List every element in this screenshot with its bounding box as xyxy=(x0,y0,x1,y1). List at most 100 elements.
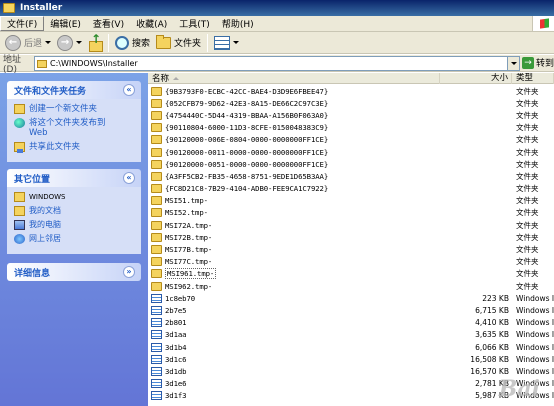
list-item[interactable]: {A3FF5CB2-FB35-4658-8751-9EDE1D65B3AA} 文件… xyxy=(148,170,554,182)
views-icon xyxy=(214,35,231,50)
item-type: Windows I xyxy=(516,330,554,340)
collapse-icon[interactable]: « xyxy=(123,172,135,184)
list-item[interactable]: {90120000-0011-0000-0000-0000000FF1CE} 文件… xyxy=(148,146,554,158)
folder-icon xyxy=(151,257,162,267)
item-name-cell: MSI51.tmp- xyxy=(148,196,440,206)
item-name-cell: {FC8D21C8-7B29-4104-ADB0-FEE9CA1C7922} xyxy=(148,184,440,194)
search-button[interactable]: 搜索 xyxy=(112,33,153,53)
expand-icon[interactable]: » xyxy=(123,266,135,278)
folder-icon xyxy=(151,220,162,230)
menu-tools[interactable]: 工具(T) xyxy=(173,17,216,30)
list-item[interactable]: MSI72B.tmp- 文件夹 xyxy=(148,231,554,243)
address-path: C:\WINDOWS\Installer xyxy=(50,59,138,68)
item-name-cell: 2b801 xyxy=(148,318,440,328)
item-name: {FC8D21C8-7B29-4104-ADB0-FEE9CA1C7922} xyxy=(165,184,329,194)
list-item[interactable]: MSI962.tmp- 文件夹 xyxy=(148,280,554,292)
menu-help[interactable]: 帮助(H) xyxy=(216,17,260,30)
search-icon xyxy=(115,35,130,50)
list-item[interactable]: {9B3793F0-ECBC-42CC-BAE4-D3D9E6FBEE47} 文件… xyxy=(148,85,554,97)
forward-dropdown-icon[interactable] xyxy=(76,41,83,44)
list-item[interactable]: 3d1aa 3,635 KB Windows I xyxy=(148,329,554,341)
list-item[interactable]: 2b7e5 6,715 KB Windows I xyxy=(148,304,554,316)
menu-file[interactable]: 文件(F) xyxy=(0,16,45,31)
address-input[interactable]: C:\WINDOWS\Installer xyxy=(34,56,520,71)
installer-file-icon xyxy=(151,354,162,364)
list-item[interactable]: {052CFB79-9D62-42E3-8A15-DE66C2C97C3E} 文件… xyxy=(148,97,554,109)
column-size[interactable]: 大小 xyxy=(440,73,512,84)
go-button[interactable]: → 转到 xyxy=(522,56,554,69)
tasks-panel: 文件和文件夹任务 « 创建一个新文件夹 将这个文件夹发布到 Web 共享此文件夹 xyxy=(7,81,141,162)
watermark: Bai xyxy=(498,376,540,402)
list-item[interactable]: 2b801 4,410 KB Windows I xyxy=(148,317,554,329)
list-item[interactable]: 3d1c6 16,508 KB Windows I xyxy=(148,353,554,365)
task-share-folder[interactable]: 共享此文件夹 xyxy=(14,142,137,153)
address-label: 地址(D) xyxy=(3,54,22,75)
item-name: MSI961.tmp- xyxy=(165,268,217,280)
list-item[interactable]: {FC8D21C8-7B29-4104-ADB0-FEE9CA1C7922} 文件… xyxy=(148,183,554,195)
views-button[interactable] xyxy=(211,33,242,53)
place-my-computer[interactable]: 我的电脑 xyxy=(14,220,137,230)
views-dropdown-icon[interactable] xyxy=(233,41,240,44)
address-dropdown-icon[interactable] xyxy=(507,57,519,70)
list-item[interactable]: {90120000-006E-0804-0000-0000000FF1CE} 文件… xyxy=(148,134,554,146)
list-item[interactable]: MSI52.tmp- 文件夹 xyxy=(148,207,554,219)
menu-view[interactable]: 查看(V) xyxy=(87,17,130,30)
column-name[interactable]: 名称 xyxy=(148,73,440,84)
place-my-documents[interactable]: 我的文档 xyxy=(14,206,137,216)
up-button[interactable] xyxy=(85,32,105,53)
toolbar-separator xyxy=(207,33,209,52)
menu-favorites[interactable]: 收藏(A) xyxy=(130,17,173,30)
list-item[interactable]: MSI77B.tmp- 文件夹 xyxy=(148,243,554,255)
list-item[interactable]: MSI961.tmp- 文件夹 xyxy=(148,268,554,280)
forward-arrow-icon: → xyxy=(57,34,74,51)
places-panel-header[interactable]: 其它位置 « xyxy=(7,169,141,187)
tasks-panel-header[interactable]: 文件和文件夹任务 « xyxy=(7,81,141,99)
item-name: {90120000-0051-0000-0000-0000000FF1CE} xyxy=(165,159,329,169)
new-folder-icon xyxy=(14,104,25,114)
item-name: {90120000-006E-0804-0000-0000000FF1CE} xyxy=(165,135,329,145)
forward-button[interactable]: → xyxy=(54,33,85,53)
list-item[interactable]: 3d1b4 6,066 KB Windows I xyxy=(148,341,554,353)
item-type: 文件夹 xyxy=(516,208,539,218)
place-network[interactable]: 网上邻居 xyxy=(14,234,137,244)
list-item[interactable]: 3d1db 16,570 KB Windows I xyxy=(148,365,554,377)
list-item[interactable]: 3d1e6 2,781 KB Windows I xyxy=(148,378,554,390)
item-name: 3d1f3 xyxy=(165,391,187,401)
item-name: {4754440C-5D44-4319-BBAA-A156B0F063A0} xyxy=(165,110,329,120)
go-label: 转到 xyxy=(536,59,554,69)
item-name-cell: 3d1f3 xyxy=(148,391,440,401)
item-type: 文件夹 xyxy=(516,98,539,108)
item-size: 6,715 KB xyxy=(475,305,509,315)
task-share-folder-label: 共享此文件夹 xyxy=(29,142,81,152)
installer-file-icon xyxy=(151,391,162,401)
list-item[interactable]: {4754440C-5D44-4319-BBAA-A156B0F063A0} 文件… xyxy=(148,109,554,121)
back-button[interactable]: ← 后退 xyxy=(2,33,54,53)
item-name: {052CFB79-9D62-42E3-8A15-DE66C2C97C3E} xyxy=(165,98,329,108)
list-item[interactable]: MSI51.tmp- 文件夹 xyxy=(148,195,554,207)
details-panel-header[interactable]: 详细信息 » xyxy=(7,263,141,281)
item-type: 文件夹 xyxy=(516,257,539,267)
item-type: 文件夹 xyxy=(516,171,539,181)
column-type[interactable]: 类型 xyxy=(512,73,554,84)
column-name-label: 名称 xyxy=(152,73,170,84)
item-type: 文件夹 xyxy=(516,245,539,255)
item-name-cell: 3d1db xyxy=(148,366,440,376)
item-type: 文件夹 xyxy=(516,220,539,230)
list-item[interactable]: {90110804-6000-11D3-8CFE-0150048383C9} 文件… xyxy=(148,122,554,134)
folders-icon xyxy=(156,34,172,49)
list-item[interactable]: MSI77C.tmp- 文件夹 xyxy=(148,256,554,268)
file-rows: {9B3793F0-ECBC-42CC-BAE4-D3D9E6FBEE47} 文件… xyxy=(148,85,554,402)
folders-button[interactable]: 文件夹 xyxy=(153,33,204,53)
collapse-icon[interactable]: « xyxy=(123,84,135,96)
place-windows[interactable]: WINDOWS xyxy=(14,192,137,202)
menu-edit[interactable]: 编辑(E) xyxy=(44,17,87,30)
item-type: Windows I xyxy=(516,366,554,376)
list-item[interactable]: MSI72A.tmp- 文件夹 xyxy=(148,219,554,231)
list-item[interactable]: 3d1f3 5,987 KB Windows I xyxy=(148,390,554,402)
list-item[interactable]: {90120000-0051-0000-0000-0000000FF1CE} 文件… xyxy=(148,158,554,170)
list-item[interactable]: 1c8eb70 223 KB Windows I xyxy=(148,292,554,304)
back-dropdown-icon[interactable] xyxy=(45,41,52,44)
item-type: 文件夹 xyxy=(516,232,539,242)
task-new-folder[interactable]: 创建一个新文件夹 xyxy=(14,104,137,114)
task-publish-web[interactable]: 将这个文件夹发布到 Web xyxy=(14,118,137,138)
